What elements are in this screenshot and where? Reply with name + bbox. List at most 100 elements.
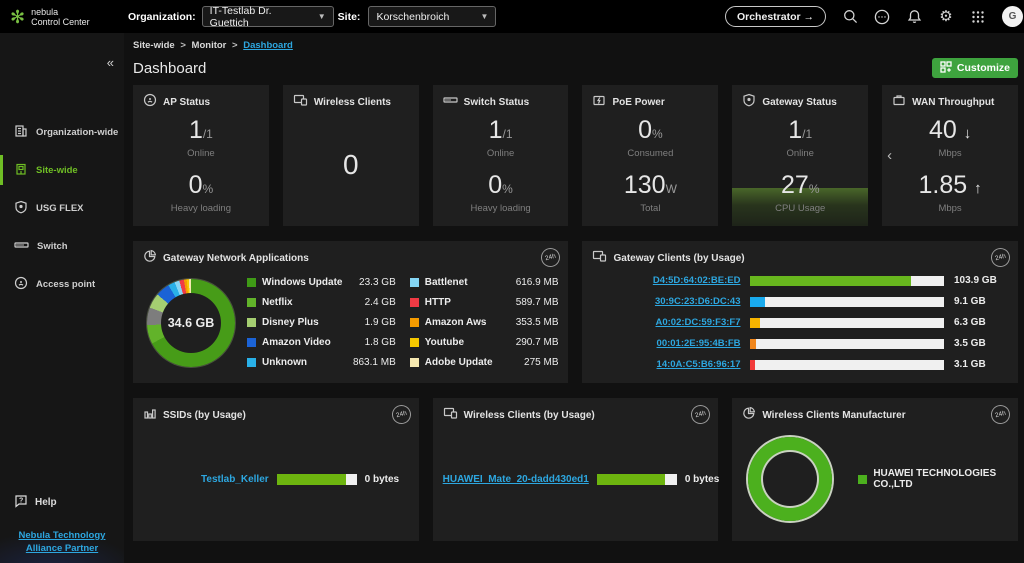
apps-grid-icon[interactable] (970, 9, 986, 25)
sidebar-collapse-icon[interactable]: « (107, 55, 114, 70)
usage-value: 0 bytes (365, 474, 409, 485)
chevron-down-icon: ▼ (481, 12, 489, 21)
shield-icon (14, 200, 28, 217)
legend-item: Netflix2.4 GB (247, 297, 396, 308)
usage-bar (277, 474, 357, 485)
legend-swatch (247, 318, 256, 327)
usage-bar-fill (750, 339, 755, 349)
poe-total-value: 130 (624, 171, 666, 199)
help-icon: ? (14, 494, 28, 511)
ap-online-total: /1 (203, 127, 213, 141)
user-avatar[interactable]: G (1002, 6, 1023, 27)
arrow-right-icon: → (804, 11, 815, 23)
poe-power-icon (592, 93, 606, 112)
card-gateway-network-applications: Gateway Network Applications 24h 34.6 GB… (133, 241, 568, 383)
arrow-down-icon: ↓ (964, 125, 972, 142)
legend-label: Adobe Update (425, 357, 524, 368)
sidebar-nav: Organization-wide Site-wide USG FLEX Swi… (0, 113, 124, 303)
organization-value: IT-Testlab Dr. Guettich (210, 5, 308, 29)
sidebar-item-switch[interactable]: Switch (0, 227, 124, 265)
partner-link-line1: Nebula Technology (19, 530, 106, 541)
partner-link-line2: Alliance Partner (26, 543, 98, 554)
sidebar-item-site-wide[interactable]: Site-wide (0, 151, 124, 189)
ssid-usage-row: Testlab_Keller 0 bytes (143, 474, 409, 485)
legend-item: Adobe Update275 MB (410, 357, 559, 368)
donut-center-total: 34.6 GB (168, 316, 215, 330)
client-mac-link[interactable]: 14:0A:C5:B6:96:17 (592, 359, 740, 370)
breadcrumb-dashboard[interactable]: Dashboard (243, 40, 293, 51)
sidebar-item-access-point[interactable]: Access point (0, 265, 124, 303)
legend-item: Unknown863.1 MB (247, 357, 396, 368)
arrow-up-icon: ↑ (974, 180, 982, 197)
notifications-bell-icon[interactable] (906, 9, 922, 25)
devices-icon (443, 406, 458, 425)
legend-value: 23.3 GB (359, 277, 396, 288)
customize-button[interactable]: Customize (932, 58, 1018, 78)
site-label: Site: (338, 11, 361, 23)
usage-value: 9.1 GB (954, 296, 1006, 307)
organization-select[interactable]: IT-Testlab Dr. Guettich ▼ (202, 6, 334, 27)
access-point-icon (14, 276, 28, 293)
ap-online-count: 1 (189, 116, 203, 144)
more-options-icon[interactable] (874, 9, 890, 25)
legend-value: 353.5 MB (516, 317, 559, 328)
legend-swatch (410, 318, 419, 327)
help-label: Help (35, 497, 57, 508)
sidebar-bottom: ? Help Nebula Technology Alliance Partne… (0, 494, 124, 555)
client-mac-link[interactable]: 30:9C:23:D6:DC:43 (592, 296, 740, 307)
customize-label: Customize (957, 62, 1010, 74)
legend-label: Battlenet (425, 277, 516, 288)
legend-item: Windows Update23.3 GB (247, 277, 396, 288)
orchestrator-button[interactable]: Orchestrator → (725, 6, 826, 27)
settings-gear-icon[interactable]: ⚙ (938, 9, 954, 25)
legend-item: Amazon Video1.8 GB (247, 337, 396, 348)
poe-consumed-unit: % (652, 127, 663, 141)
ssid-name-link[interactable]: Testlab_Keller (143, 474, 269, 485)
brand-text: nebula Control Center (31, 7, 90, 27)
help-button[interactable]: ? Help (0, 494, 124, 511)
card-ssids: SSIDs (by Usage) 24h Testlab_Keller 0 by… (133, 398, 419, 541)
usage-bar-fill (750, 297, 764, 307)
client-usage-row: 30:9C:23:D6:DC:43 9.1 GB (592, 296, 1006, 307)
bar-chart-icon (143, 406, 157, 425)
devices-icon (293, 93, 308, 112)
client-mac-link[interactable]: D4:5D:64:02:BE:ED (592, 275, 740, 286)
dashboard-grid: AP Status 1/1 Online 0% Heavy loading Wi… (133, 85, 1018, 541)
usage-bar-fill (750, 276, 911, 286)
usage-bar-fill (750, 318, 760, 328)
wireless-client-link[interactable]: HUAWEI_Mate_20-dadd430ed1 (443, 474, 589, 485)
site-icon (14, 162, 28, 179)
usage-bar (750, 339, 944, 349)
legend-item: Youtube290.7 MB (410, 337, 559, 348)
ap-heavy-loading-label: Heavy loading (171, 203, 231, 214)
breadcrumb-site-wide[interactable]: Site-wide (133, 40, 175, 51)
sidebar: « Organization-wide Site-wide USG FLEX S… (0, 33, 124, 563)
usage-bar (750, 360, 944, 370)
client-mac-link[interactable]: A0:02:DC:59:F3:F7 (592, 317, 740, 328)
wan-upload-unit: Mbps (919, 203, 982, 214)
card-title: PoE Power (612, 97, 664, 108)
card-gateway-clients: Gateway Clients (by Usage) 24h D4:5D:64:… (582, 241, 1018, 383)
donut-hole (763, 452, 817, 506)
partner-link[interactable]: Nebula Technology Alliance Partner (0, 529, 124, 555)
site-select[interactable]: Korschenbroich ▼ (368, 6, 496, 27)
sidebar-item-organization-wide[interactable]: Organization-wide (0, 113, 124, 151)
access-point-icon (143, 93, 157, 112)
legend-item: HUAWEI TECHNOLOGIES CO.,LTD (858, 468, 1008, 490)
breadcrumb-monitor[interactable]: Monitor (192, 40, 227, 51)
top-header: ✻ nebula Control Center Organization: IT… (0, 0, 1024, 33)
search-icon[interactable] (842, 9, 858, 25)
card-switch-status: Switch Status 1/1 Online 0% Heavy loadin… (433, 85, 569, 226)
carousel-prev-icon[interactable]: ‹ (887, 146, 892, 163)
header-actions: Orchestrator → ⚙ G (725, 6, 1024, 27)
legend-label: HTTP (425, 297, 516, 308)
wireless-clients-count: 0 (343, 149, 359, 181)
sidebar-item-usg-flex[interactable]: USG FLEX (0, 189, 124, 227)
applications-donut-chart[interactable]: 34.6 GB (147, 279, 235, 367)
client-mac-link[interactable]: 00:01:2E:95:4B:FB (592, 338, 740, 349)
legend-label: Disney Plus (262, 317, 365, 328)
manufacturer-donut-chart[interactable] (748, 437, 832, 521)
card-poe-power: PoE Power 0% Consumed 130W Total (582, 85, 718, 226)
organization-label: Organization: (128, 11, 196, 23)
nebula-brand[interactable]: ✻ nebula Control Center (0, 7, 124, 27)
